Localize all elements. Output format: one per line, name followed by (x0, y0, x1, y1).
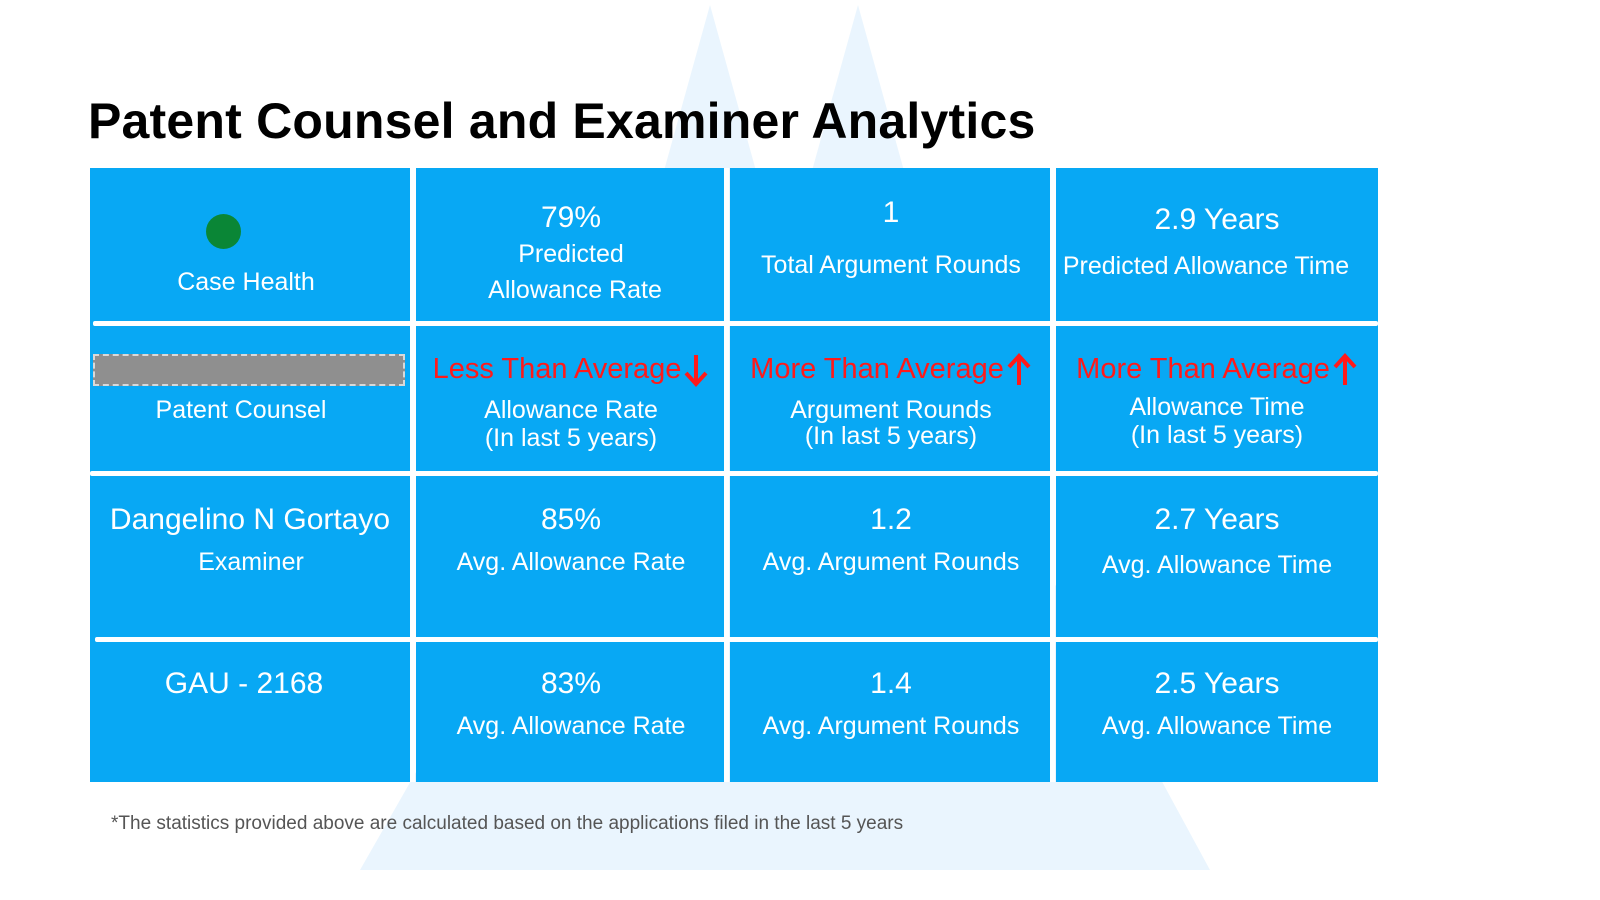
counsel-allowance-time-comparison: More Than Average (1056, 352, 1378, 387)
gau-name: GAU - 2168 (164, 667, 324, 700)
analytics-grid: Case Health 79% Predicted Allowance Rate… (90, 168, 1378, 782)
predicted-allowance-time-value: 2.9 Years (1154, 203, 1280, 236)
case-health-label: Case Health (177, 268, 315, 296)
patent-counsel-label: Patent Counsel (155, 396, 327, 424)
counsel-allowance-rate-comparison: Less Than Average (416, 352, 726, 388)
predicted-allowance-rate-label-2: Allowance Rate (488, 276, 662, 304)
predicted-allowance-rate-value: 79% (540, 201, 602, 234)
counsel-argument-rounds-cell: More Than Average Argument Rounds (In la… (730, 324, 1052, 474)
patent-counsel-cell: Patent Counsel (90, 324, 412, 474)
gau-argument-rounds-cell: 1.4 Avg. Argument Rounds (730, 640, 1052, 782)
examiner-role-label: Examiner (198, 548, 304, 576)
redacted-counsel-name (93, 354, 405, 386)
examiner-allowance-rate-label: Avg. Allowance Rate (456, 548, 686, 576)
examiner-argument-rounds-cell: 1.2 Avg. Argument Rounds (730, 474, 1052, 640)
counsel-argument-rounds-label-2: (In last 5 years) (804, 422, 978, 451)
gau-allowance-rate-label: Avg. Allowance Rate (456, 712, 686, 740)
counsel-allowance-rate-label-2: (In last 5 years) (484, 424, 658, 453)
total-argument-rounds-value: 1 (882, 196, 900, 229)
case-health-cell: Case Health (90, 168, 412, 324)
predicted-allowance-time-cell: 2.9 Years Predicted Allowance Time (1056, 168, 1378, 324)
gau-allowance-time-value: 2.5 Years (1154, 667, 1280, 700)
page-title: Patent Counsel and Examiner Analytics (88, 93, 1036, 149)
gau-cell: GAU - 2168 (90, 640, 412, 782)
counsel-allowance-rate-comparison-text: Less Than Average (432, 353, 682, 385)
counsel-allowance-rate-label-1: Allowance Rate (484, 396, 658, 425)
counsel-allowance-time-cell: More Than Average Allowance Time (In las… (1056, 324, 1378, 474)
counsel-allowance-rate-cell: Less Than Average Allowance Rate (In las… (416, 324, 726, 474)
counsel-allowance-time-comparison-text: More Than Average (1076, 353, 1330, 385)
predicted-allowance-rate-label-1: Predicted (518, 240, 624, 268)
total-argument-rounds-cell: 1 Total Argument Rounds (730, 168, 1052, 324)
arrow-up-icon (1333, 353, 1357, 386)
examiner-allowance-rate-value: 85% (540, 503, 602, 536)
footnote: *The statistics provided above are calcu… (111, 813, 904, 834)
examiner-cell: Dangelino N Gortayo Examiner (90, 474, 412, 640)
counsel-allowance-time-label-2: (In last 5 years) (1130, 421, 1304, 450)
gau-allowance-rate-value: 83% (540, 667, 602, 700)
gau-allowance-time-cell: 2.5 Years Avg. Allowance Time (1056, 640, 1378, 782)
gau-argument-rounds-value: 1.4 (870, 667, 912, 700)
examiner-name: Dangelino N Gortayo (109, 503, 391, 536)
predicted-allowance-rate-cell: 79% Predicted Allowance Rate (416, 168, 726, 324)
total-argument-rounds-label: Total Argument Rounds (761, 251, 1021, 279)
examiner-allowance-time-label: Avg. Allowance Time (1101, 551, 1333, 579)
arrow-up-icon (1007, 353, 1031, 386)
counsel-argument-rounds-comparison: More Than Average (730, 352, 1052, 387)
predicted-allowance-time-label: Predicted Allowance Time (1062, 252, 1350, 280)
examiner-argument-rounds-label: Avg. Argument Rounds (762, 548, 1020, 576)
examiner-argument-rounds-value: 1.2 (870, 503, 912, 536)
row-divider (90, 471, 1378, 476)
counsel-argument-rounds-comparison-text: More Than Average (750, 353, 1004, 385)
gau-argument-rounds-label: Avg. Argument Rounds (762, 712, 1020, 740)
counsel-argument-rounds-label-1: Argument Rounds (790, 396, 992, 425)
counsel-allowance-time-label-1: Allowance Time (1129, 393, 1305, 422)
arrow-down-icon (684, 355, 708, 388)
gau-allowance-rate-cell: 83% Avg. Allowance Rate (416, 640, 726, 782)
gau-allowance-time-label: Avg. Allowance Time (1101, 712, 1333, 740)
row-divider (93, 321, 1378, 326)
examiner-allowance-rate-cell: 85% Avg. Allowance Rate (416, 474, 726, 640)
examiner-allowance-time-cell: 2.7 Years Avg. Allowance Time (1056, 474, 1378, 640)
case-health-indicator-icon (206, 214, 241, 249)
row-divider (95, 637, 1378, 642)
examiner-allowance-time-value: 2.7 Years (1154, 503, 1280, 536)
